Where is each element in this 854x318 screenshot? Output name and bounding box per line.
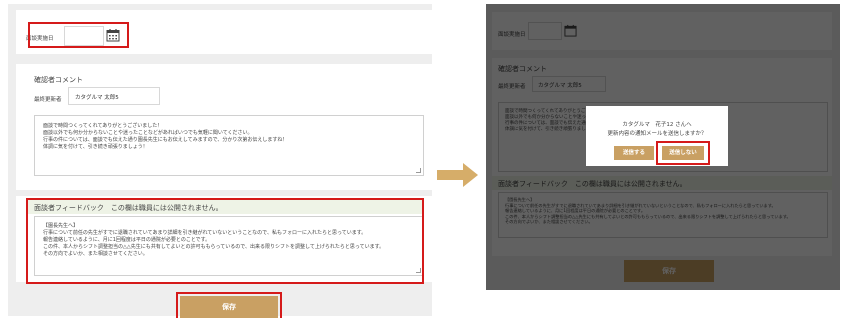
highlight-feedback: [26, 198, 424, 284]
highlight-date: [28, 22, 129, 48]
form-panel: 面談実施日 確認者コメント 最終更新者 カタグルマ 太郎5 面談で時間つくってく…: [8, 4, 434, 318]
notification-modal: カタグルマ 花子12 さんへ 更新内容の通知メールを送信しますか？ 送信する 送…: [586, 106, 728, 166]
modal-preview-panel: 面談実施日 確認者コメント 最終更新者 カタグルマ 太郎5 面談で時間つくってく…: [486, 4, 840, 290]
comment-line: 面談で時間つくってくれてありがとうございました！: [43, 123, 163, 129]
modal-question: 更新内容の通知メールを送信しますか？: [607, 131, 707, 137]
confirmer-comment-textarea[interactable]: 面談で時間つくってくれてありがとうございました！ 面談以外でも何か分からないこと…: [34, 115, 424, 176]
send-button[interactable]: 送信する: [614, 146, 654, 160]
comment-line: 行事の件については、面談でも伝えた通り園長先生にもお伝えしてみますので、分かり次…: [43, 137, 288, 143]
comment-line: 体調に気を付けて、引き続き頑張りましょう！: [43, 144, 148, 150]
last-updater-label: 最終更新者: [34, 97, 62, 103]
highlight-save: [176, 292, 282, 318]
arrow-right-icon: [437, 163, 478, 187]
last-updater-field[interactable]: カタグルマ 太郎5: [68, 87, 160, 105]
comment-line: 面談以外でも何か分からないことや迷ったことなどがあればいつでも気軽に聞いてくださ…: [43, 130, 253, 136]
confirmer-comment-title: 確認者コメント: [34, 76, 83, 84]
resize-handle-icon[interactable]: [416, 168, 421, 173]
stage: 面談実施日 確認者コメント 最終更新者 カタグルマ 太郎5 面談で時間つくってく…: [0, 0, 854, 318]
highlight-no-send: [656, 141, 710, 165]
modal-recipient: カタグルマ 花子12 さんへ: [622, 122, 692, 128]
